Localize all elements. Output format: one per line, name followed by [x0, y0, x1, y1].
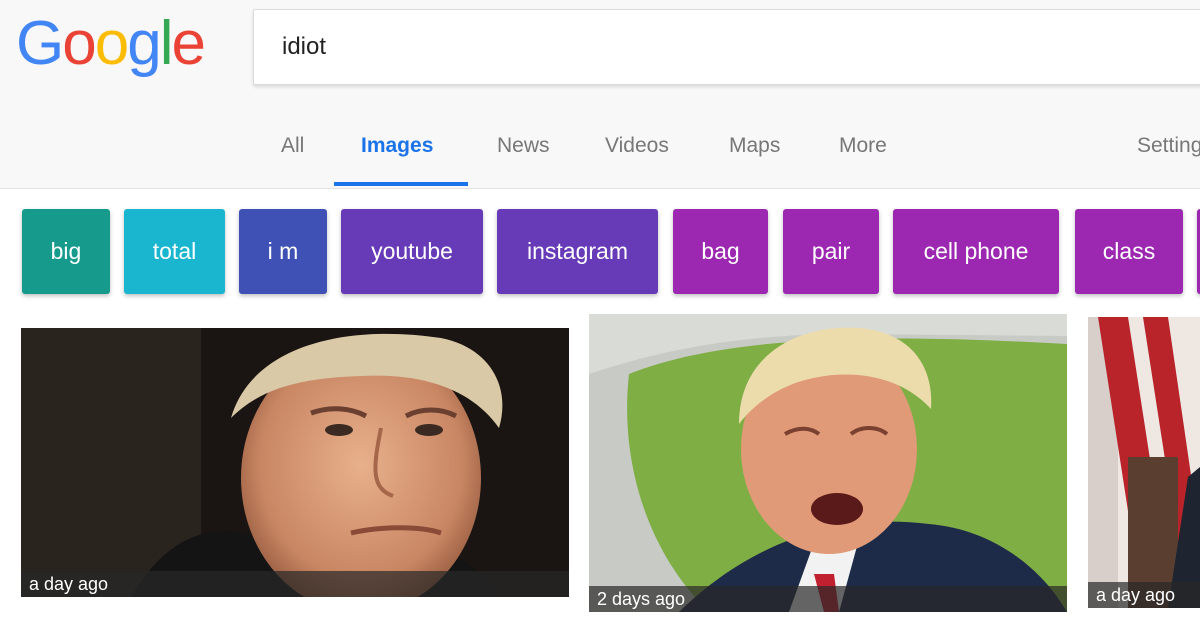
chip-class[interactable]: class: [1075, 209, 1183, 294]
search-box[interactable]: [253, 9, 1200, 85]
tab-news[interactable]: News: [497, 128, 550, 188]
logo-letter: e: [171, 9, 206, 78]
related-search-chips: big total i m youtube instagram bag pair…: [0, 209, 1200, 295]
chip-i-m[interactable]: i m: [239, 209, 327, 294]
result-thumbnail-2: [589, 314, 1067, 612]
result-thumbnail-3: [1088, 317, 1200, 608]
chip-bag[interactable]: bag: [673, 209, 768, 294]
header: Google All Images News Videos Maps More …: [0, 0, 1200, 189]
result-caption: a day ago: [1088, 582, 1200, 608]
logo-letter: o: [94, 9, 130, 78]
chip-big[interactable]: big: [22, 209, 110, 294]
image-result[interactable]: 2 days ago: [589, 314, 1067, 612]
tab-more[interactable]: More: [839, 128, 887, 188]
chip-youtube[interactable]: youtube: [341, 209, 483, 294]
tab-bar: All Images News Videos Maps More: [0, 128, 1200, 188]
chip-cell-phone[interactable]: cell phone: [893, 209, 1059, 294]
chip-total[interactable]: total: [124, 209, 225, 294]
chip-pair[interactable]: pair: [783, 209, 879, 294]
tab-videos[interactable]: Videos: [605, 128, 669, 188]
image-result[interactable]: a day ago: [21, 328, 569, 597]
active-tab-indicator: [334, 182, 468, 186]
logo-letter: G: [16, 9, 64, 78]
result-caption: 2 days ago: [589, 586, 1067, 612]
tab-all[interactable]: All: [281, 128, 304, 188]
settings-link[interactable]: Settings: [1137, 128, 1200, 164]
image-result[interactable]: a day ago: [1088, 317, 1200, 608]
logo-letter: o: [62, 9, 97, 78]
tab-images[interactable]: Images: [361, 128, 433, 188]
search-input[interactable]: [282, 10, 1182, 84]
logo-letter: l: [159, 9, 174, 78]
result-caption: a day ago: [21, 571, 569, 597]
google-logo[interactable]: Google: [16, 4, 206, 84]
chip-instagram[interactable]: instagram: [497, 209, 658, 294]
logo-letter: g: [127, 9, 162, 78]
tab-maps[interactable]: Maps: [729, 128, 780, 188]
result-thumbnail-1: [21, 328, 569, 597]
